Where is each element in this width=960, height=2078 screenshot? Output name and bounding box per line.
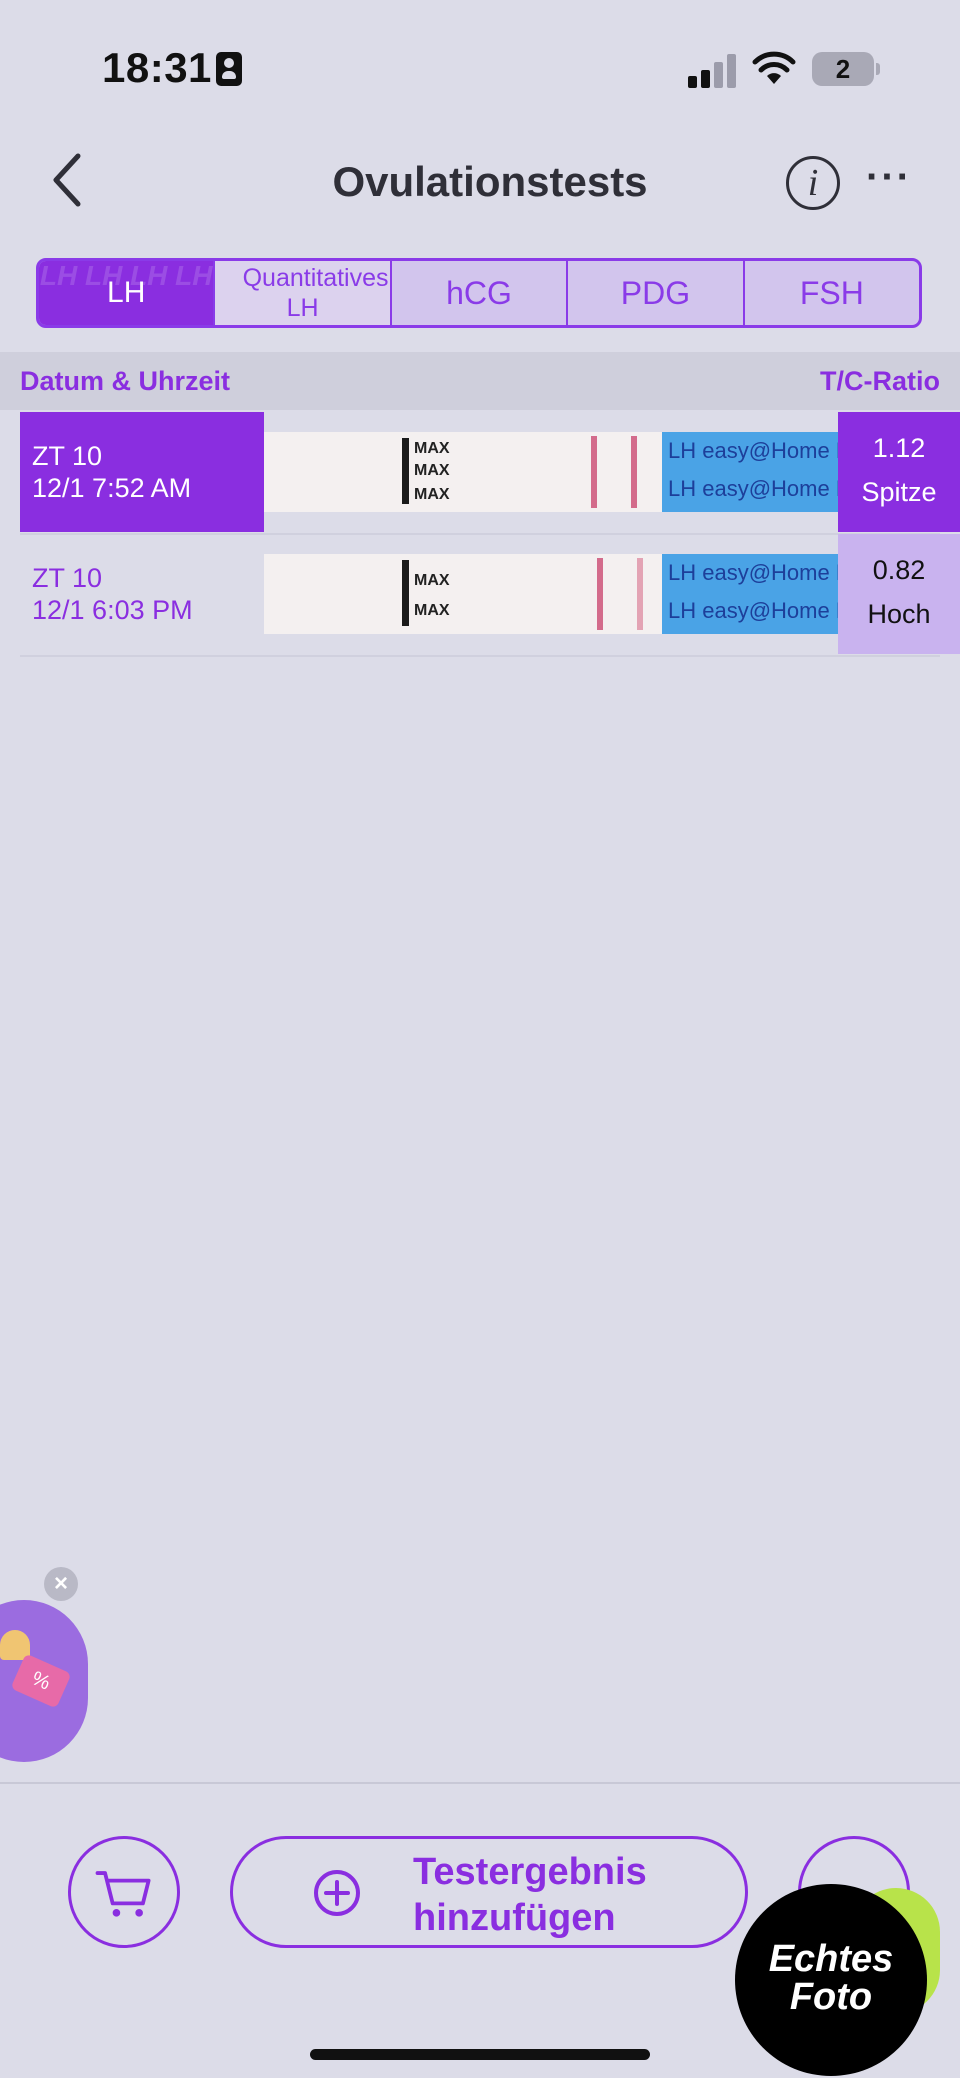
- discount-tag-icon: %: [10, 1653, 72, 1709]
- column-header-ratio: T/C-Ratio: [820, 366, 940, 396]
- strip-test-line: [597, 558, 603, 630]
- strip-max-label: MAX: [414, 572, 450, 589]
- promo-gift-button[interactable]: %: [0, 1600, 88, 1762]
- table-row[interactable]: ZT 10 12/1 6:03 PM MAX MAX LH easy@Home …: [20, 534, 960, 654]
- tab-fsh[interactable]: FSH: [745, 261, 919, 325]
- add-test-result-label: Testergebnis hinzufügen: [413, 1851, 647, 1939]
- tab-quantitative-lh-label: Quantitatives LH: [242, 264, 389, 322]
- tab-hcg[interactable]: hCG: [392, 261, 569, 325]
- strip-control-line: [637, 558, 643, 630]
- more-options-icon[interactable]: ···: [866, 157, 916, 197]
- strip-test-line: [591, 436, 597, 508]
- test-strip-image: MAX MAX LH easy@Home LH easy@Home LH LH …: [264, 554, 838, 634]
- table-row[interactable]: ZT 10 12/1 7:52 AM MAX MAX MAX LH easy@H…: [20, 412, 960, 532]
- row-divider: [20, 655, 940, 657]
- status-bar: 18:31 2: [0, 0, 960, 140]
- wifi-icon: [752, 51, 796, 84]
- strip-brand-text: LH easy@Home LH easy@Home LH: [668, 560, 838, 585]
- test-type-tabs: LH LH LH LH LH Quantitatives LH hCG PDG …: [36, 258, 922, 328]
- strip-max-label: MAX: [414, 440, 450, 457]
- row-ratio: 1.12 Spitze: [838, 412, 960, 532]
- strip-white-area: [264, 432, 664, 512]
- strip-max-label: MAX: [414, 462, 450, 479]
- badge-line-2: Foto: [789, 1976, 873, 2018]
- promo-close-icon[interactable]: ×: [44, 1567, 78, 1601]
- strip-control-line: [631, 436, 637, 508]
- strip-max-label: MAX: [414, 602, 450, 619]
- tab-hcg-label: hCG: [446, 275, 512, 311]
- strip-max-bar: [402, 560, 409, 626]
- tab-fsh-label: FSH: [799, 275, 864, 311]
- row-date-time: 12/1 7:52 AM: [32, 473, 192, 503]
- strip-brand-area: LH easy@Home LH easy@Home LH LH easy@Hom…: [662, 554, 838, 634]
- strip-brand-text: LH easy@Home LH easy@Home LH: [668, 438, 838, 463]
- status-time: 18:31: [102, 44, 212, 91]
- tab-pdg[interactable]: PDG: [568, 261, 745, 325]
- row-datetime: ZT 10 12/1 6:03 PM: [20, 534, 264, 654]
- cellular-signal-icon: [688, 54, 738, 88]
- home-indicator: [310, 2049, 650, 2060]
- battery-indicator: 2: [812, 52, 874, 86]
- column-header-datetime: Datum & Uhrzeit: [20, 366, 231, 396]
- row-cycle-day: ZT 10: [32, 563, 103, 593]
- tab-lh[interactable]: LH LH LH LH LH: [39, 261, 216, 325]
- real-photo-badge: Echtes Foto: [735, 1884, 927, 2076]
- row-ratio-value: 0.82: [872, 555, 926, 585]
- tab-quantitative-lh[interactable]: Quantitatives LH: [215, 261, 392, 325]
- test-strip-image: MAX MAX MAX LH easy@Home LH easy@Home LH…: [264, 432, 838, 512]
- bottom-divider: [0, 1782, 960, 1784]
- battery-tip: [876, 63, 880, 75]
- row-ratio-value: 1.12: [872, 433, 926, 463]
- badge-line-1: Echtes: [768, 1938, 894, 1980]
- row-ratio: 0.82 Hoch: [838, 534, 960, 654]
- shop-button[interactable]: [68, 1836, 180, 1948]
- row-cycle-day: ZT 10: [32, 441, 103, 471]
- info-icon[interactable]: i: [786, 156, 840, 210]
- add-test-result-button[interactable]: Testergebnis hinzufügen: [230, 1836, 748, 1948]
- strip-brand-text: LH easy@Home LH easy@Home LH: [668, 476, 838, 501]
- row-ratio-level: Spitze: [861, 477, 937, 507]
- plus-circle-icon: [314, 1870, 360, 1916]
- id-card-icon: [216, 52, 242, 86]
- cart-icon: [95, 1871, 151, 1917]
- tab-pdg-label: PDG: [620, 275, 691, 311]
- strip-max-label: MAX: [414, 486, 450, 503]
- row-datetime: ZT 10 12/1 7:52 AM: [20, 412, 264, 532]
- row-date-time: 12/1 6:03 PM: [32, 595, 193, 625]
- strip-white-area: [264, 554, 664, 634]
- strip-brand-text: LH easy@Home LH easy@Home LH: [668, 598, 838, 623]
- row-ratio-level: Hoch: [867, 599, 931, 629]
- strip-max-bar: [402, 438, 409, 504]
- tab-lh-label: LH: [107, 276, 146, 309]
- strip-brand-area: LH easy@Home LH easy@Home LH LH easy@Hom…: [662, 432, 838, 512]
